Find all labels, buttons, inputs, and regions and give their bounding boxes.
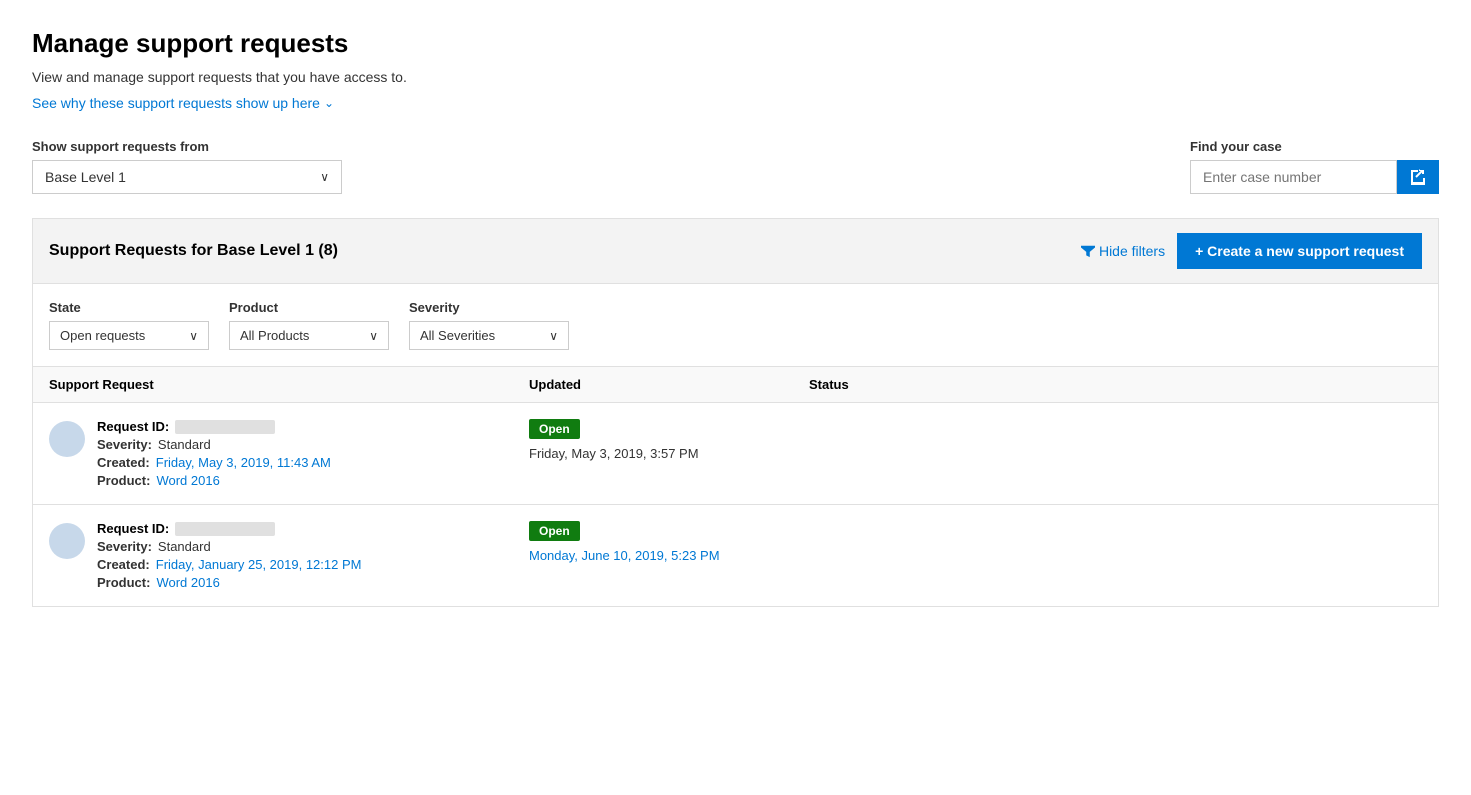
created-label: Created: xyxy=(97,455,150,470)
updated-cell: Open Monday, June 10, 2019, 5:23 PM xyxy=(529,521,809,563)
product-row: Product: Word 2016 xyxy=(97,575,361,590)
chevron-down-icon: ∨ xyxy=(549,329,558,343)
state-filter-label: State xyxy=(49,300,209,315)
state-filter-dropdown[interactable]: Open requests ∨ xyxy=(49,321,209,350)
created-row: Created: Friday, January 25, 2019, 12:12… xyxy=(97,557,361,572)
updated-date: Friday, May 3, 2019, 3:57 PM xyxy=(529,446,699,461)
why-link[interactable]: See why these support requests show up h… xyxy=(32,95,334,111)
severity-filter-group: Severity All Severities ∨ xyxy=(409,300,569,350)
status-badge: Open xyxy=(529,419,580,439)
product-filter-label: Product xyxy=(229,300,389,315)
table-header-updated: Updated xyxy=(529,377,809,392)
section-header-right: Hide filters + Create a new support requ… xyxy=(1081,233,1422,269)
severity-value: Standard xyxy=(158,539,211,554)
table-row[interactable]: Request ID: Severity: Standard Created: … xyxy=(32,505,1439,607)
product-filter-group: Product All Products ∨ xyxy=(229,300,389,350)
show-from-label: Show support requests from xyxy=(32,139,342,154)
request-details: Request ID: Severity: Standard Created: … xyxy=(97,521,361,590)
request-details: Request ID: Severity: Standard Created: … xyxy=(97,419,331,488)
section-header: Support Requests for Base Level 1 (8) Hi… xyxy=(32,218,1439,284)
filters-row: State Open requests ∨ Product All Produc… xyxy=(32,284,1439,367)
section-title: Support Requests for Base Level 1 (8) xyxy=(49,242,338,260)
status-badge: Open xyxy=(529,521,580,541)
show-from-value: Base Level 1 xyxy=(45,169,126,185)
request-info: Request ID: Severity: Standard Created: … xyxy=(49,521,529,590)
created-value: Friday, January 25, 2019, 12:12 PM xyxy=(156,557,362,572)
severity-label: Severity: xyxy=(97,437,152,452)
product-value: Word 2016 xyxy=(156,575,219,590)
create-support-request-button[interactable]: + Create a new support request xyxy=(1177,233,1422,269)
show-from-dropdown[interactable]: Base Level 1 ∨ xyxy=(32,160,342,194)
severity-filter-value: All Severities xyxy=(420,328,495,343)
case-number-input[interactable] xyxy=(1190,160,1397,194)
created-label: Created: xyxy=(97,557,150,572)
chevron-down-icon: ∨ xyxy=(189,329,198,343)
created-row: Created: Friday, May 3, 2019, 11:43 AM xyxy=(97,455,331,470)
updated-cell: Open Friday, May 3, 2019, 3:57 PM xyxy=(529,419,809,461)
updated-date: Monday, June 10, 2019, 5:23 PM xyxy=(529,548,720,563)
chevron-down-icon: ∨ xyxy=(320,170,329,184)
hide-filters-button[interactable]: Hide filters xyxy=(1081,243,1165,259)
hide-filters-label: Hide filters xyxy=(1099,243,1165,259)
product-row: Product: Word 2016 xyxy=(97,473,331,488)
request-id-label: Request ID: xyxy=(97,521,169,536)
severity-filter-dropdown[interactable]: All Severities ∨ xyxy=(409,321,569,350)
request-id-row: Request ID: xyxy=(97,419,331,434)
chevron-down-icon: ⌄ xyxy=(324,96,334,110)
find-case-input-row xyxy=(1190,160,1439,194)
show-from-group: Show support requests from Base Level 1 … xyxy=(32,139,342,194)
controls-row: Show support requests from Base Level 1 … xyxy=(32,139,1439,194)
table-body: Request ID: Severity: Standard Created: … xyxy=(32,403,1439,607)
product-filter-value: All Products xyxy=(240,328,309,343)
severity-row: Severity: Standard xyxy=(97,437,331,452)
request-id-value xyxy=(175,522,275,536)
table-header: Support Request Updated Status xyxy=(32,367,1439,403)
product-label: Product: xyxy=(97,473,150,488)
case-search-button[interactable] xyxy=(1397,160,1439,194)
page-subtitle: View and manage support requests that yo… xyxy=(32,69,1439,85)
why-link-text: See why these support requests show up h… xyxy=(32,95,320,111)
page-title: Manage support requests xyxy=(32,28,1439,59)
filter-icon xyxy=(1081,244,1095,258)
request-id-label: Request ID: xyxy=(97,419,169,434)
external-link-icon xyxy=(1410,169,1426,185)
find-case-group: Find your case xyxy=(1190,139,1439,194)
table-header-status: Status xyxy=(809,377,1422,392)
severity-label: Severity: xyxy=(97,539,152,554)
state-filter-group: State Open requests ∨ xyxy=(49,300,209,350)
table-row[interactable]: Request ID: Severity: Standard Created: … xyxy=(32,403,1439,505)
severity-value: Standard xyxy=(158,437,211,452)
request-id-value xyxy=(175,420,275,434)
avatar xyxy=(49,523,85,559)
product-filter-dropdown[interactable]: All Products ∨ xyxy=(229,321,389,350)
state-filter-value: Open requests xyxy=(60,328,145,343)
chevron-down-icon: ∨ xyxy=(369,329,378,343)
request-id-row: Request ID: xyxy=(97,521,361,536)
product-value: Word 2016 xyxy=(156,473,219,488)
avatar xyxy=(49,421,85,457)
severity-filter-label: Severity xyxy=(409,300,569,315)
request-info: Request ID: Severity: Standard Created: … xyxy=(49,419,529,488)
created-value: Friday, May 3, 2019, 11:43 AM xyxy=(156,455,331,470)
find-case-label: Find your case xyxy=(1190,139,1439,154)
product-label: Product: xyxy=(97,575,150,590)
severity-row: Severity: Standard xyxy=(97,539,361,554)
table-header-support-request: Support Request xyxy=(49,377,529,392)
